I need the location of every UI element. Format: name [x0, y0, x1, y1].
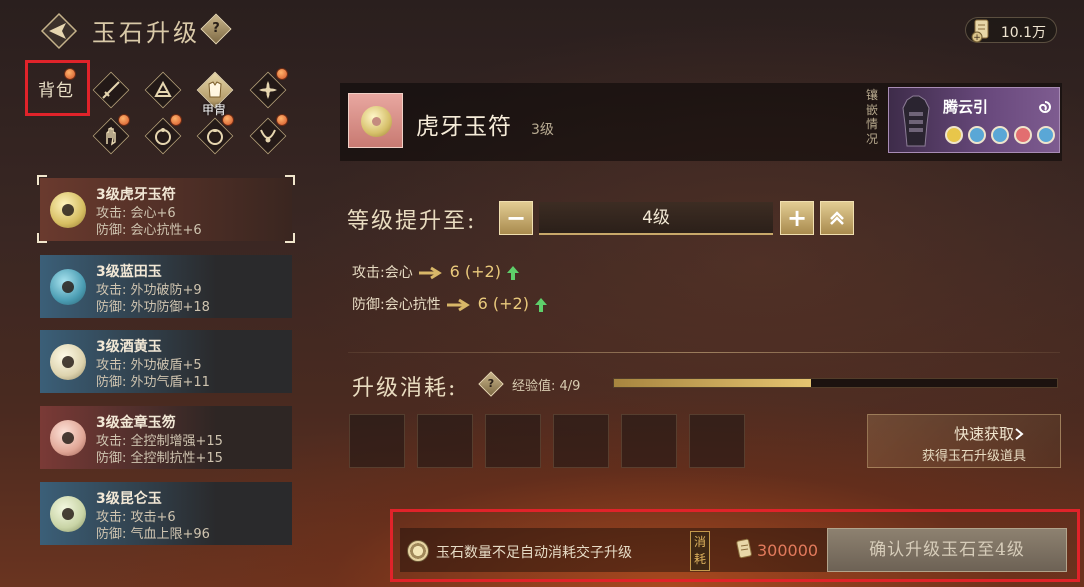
help-icon[interactable]: ?	[200, 13, 232, 45]
svg-text:+: +	[973, 33, 981, 43]
stat-line-defense: 防御:会心抗性 6 (+2)	[352, 294, 549, 314]
quick-obtain-button[interactable]: 快速获取 获得玉石升级道具	[867, 414, 1061, 468]
armor-icon	[208, 81, 222, 98]
double-chevron-up-icon	[830, 211, 844, 225]
inlay-status-label: 镶嵌情况	[866, 88, 879, 146]
selection-corner	[37, 175, 47, 185]
chevron-right-icon	[1015, 428, 1024, 440]
selected-jade-icon	[348, 93, 403, 148]
material-slot[interactable]	[485, 414, 541, 468]
tab-weapon[interactable]	[92, 71, 130, 109]
scroll-currency-icon	[736, 538, 752, 559]
selected-jade-level: 3级	[531, 122, 554, 138]
jade-icon	[50, 496, 86, 532]
armor-figure-icon	[902, 95, 930, 147]
help-icon[interactable]: ?	[478, 371, 504, 397]
exp-progress-bar	[613, 378, 1058, 388]
arrow-right-icon	[419, 266, 443, 280]
notification-dot	[222, 114, 234, 126]
arrow-right-icon	[447, 298, 471, 312]
auto-consume-toggle[interactable]	[407, 540, 429, 562]
notification-dot	[170, 114, 182, 126]
list-item[interactable]: 3级昆仑玉 攻击: 攻击+6 防御: 气血上限+96	[40, 482, 292, 545]
notification-dot	[64, 68, 76, 80]
flower-icon	[259, 81, 277, 99]
material-slot[interactable]	[553, 414, 609, 468]
notification-dot	[276, 68, 288, 80]
material-slot[interactable]	[349, 414, 405, 468]
inlay-equipment-name: 腾云引	[943, 98, 989, 116]
material-slot[interactable]	[621, 414, 677, 468]
list-item[interactable]: 3级酒黄玉 攻击: 外功破盾+5 防御: 外功气盾+11	[40, 330, 292, 393]
helmet-icon	[154, 80, 172, 97]
notification-dot	[118, 114, 130, 126]
jade-icon	[50, 192, 86, 228]
exp-label: 经验值: 4/9	[512, 379, 581, 394]
back-arrow-icon	[40, 12, 78, 50]
stat-line-attack: 攻击:会心 6 (+2)	[352, 262, 521, 282]
upgrade-cost-amount: 300000	[757, 541, 819, 560]
material-slot[interactable]	[417, 414, 473, 468]
confirm-upgrade-button[interactable]: 确认升级玉石至4级	[827, 528, 1067, 572]
back-button[interactable]	[40, 12, 78, 50]
jade-icon	[50, 344, 86, 380]
max-level-button[interactable]	[820, 201, 854, 235]
jade-icon	[50, 420, 86, 456]
socket-gem	[1037, 126, 1055, 144]
socket-gem	[1014, 126, 1032, 144]
auto-consume-label: 玉石数量不足自动消耗交子升级	[436, 545, 632, 561]
material-slot[interactable]	[689, 414, 745, 468]
notification-dot	[276, 114, 288, 126]
consume-tag: 消耗	[690, 531, 710, 571]
socket-gem	[968, 126, 986, 144]
currency-display: + 10.1万	[965, 17, 1057, 43]
selection-corner	[37, 233, 47, 243]
selection-corner	[285, 233, 295, 243]
section-divider	[348, 352, 1060, 353]
list-item[interactable]: 3级蓝田玉 攻击: 外功破防+9 防御: 外功防御+18	[40, 255, 292, 318]
exp-progress-fill	[614, 379, 811, 387]
socket-gem	[945, 126, 963, 144]
ring-icon	[207, 129, 223, 145]
up-arrow-icon	[535, 298, 548, 312]
target-level-field[interactable]: 4级	[539, 202, 773, 235]
necklace-icon	[260, 129, 276, 143]
upgrade-cost-label: 升级消耗:	[352, 376, 458, 401]
list-item[interactable]: 3级虎牙玉符 攻击: 会心+6 防御: 会心抗性+6	[40, 178, 292, 241]
increase-level-button[interactable]: +	[780, 201, 814, 235]
jade-icon	[50, 269, 86, 305]
decrease-level-button[interactable]: −	[499, 201, 533, 235]
exp-value: 4/9	[559, 379, 581, 394]
list-item[interactable]: 3级金章玉笏 攻击: 全控制增强+15 防御: 全控制抗性+15	[40, 406, 292, 469]
swirl-icon	[1038, 101, 1051, 113]
socket-gem	[991, 126, 1009, 144]
selection-corner	[285, 175, 295, 185]
page-title: 玉石升级	[92, 19, 200, 47]
selected-jade-name: 虎牙玉符	[416, 114, 512, 140]
glove-icon	[106, 126, 116, 146]
up-arrow-icon	[507, 266, 520, 280]
tab-helmet[interactable]	[144, 71, 182, 109]
ring-icon	[155, 128, 171, 145]
currency-value: 10.1万	[1000, 25, 1046, 41]
level-target-label: 等级提升至:	[347, 209, 477, 234]
scroll-currency-icon: +	[971, 19, 989, 43]
sword-icon	[102, 81, 120, 99]
